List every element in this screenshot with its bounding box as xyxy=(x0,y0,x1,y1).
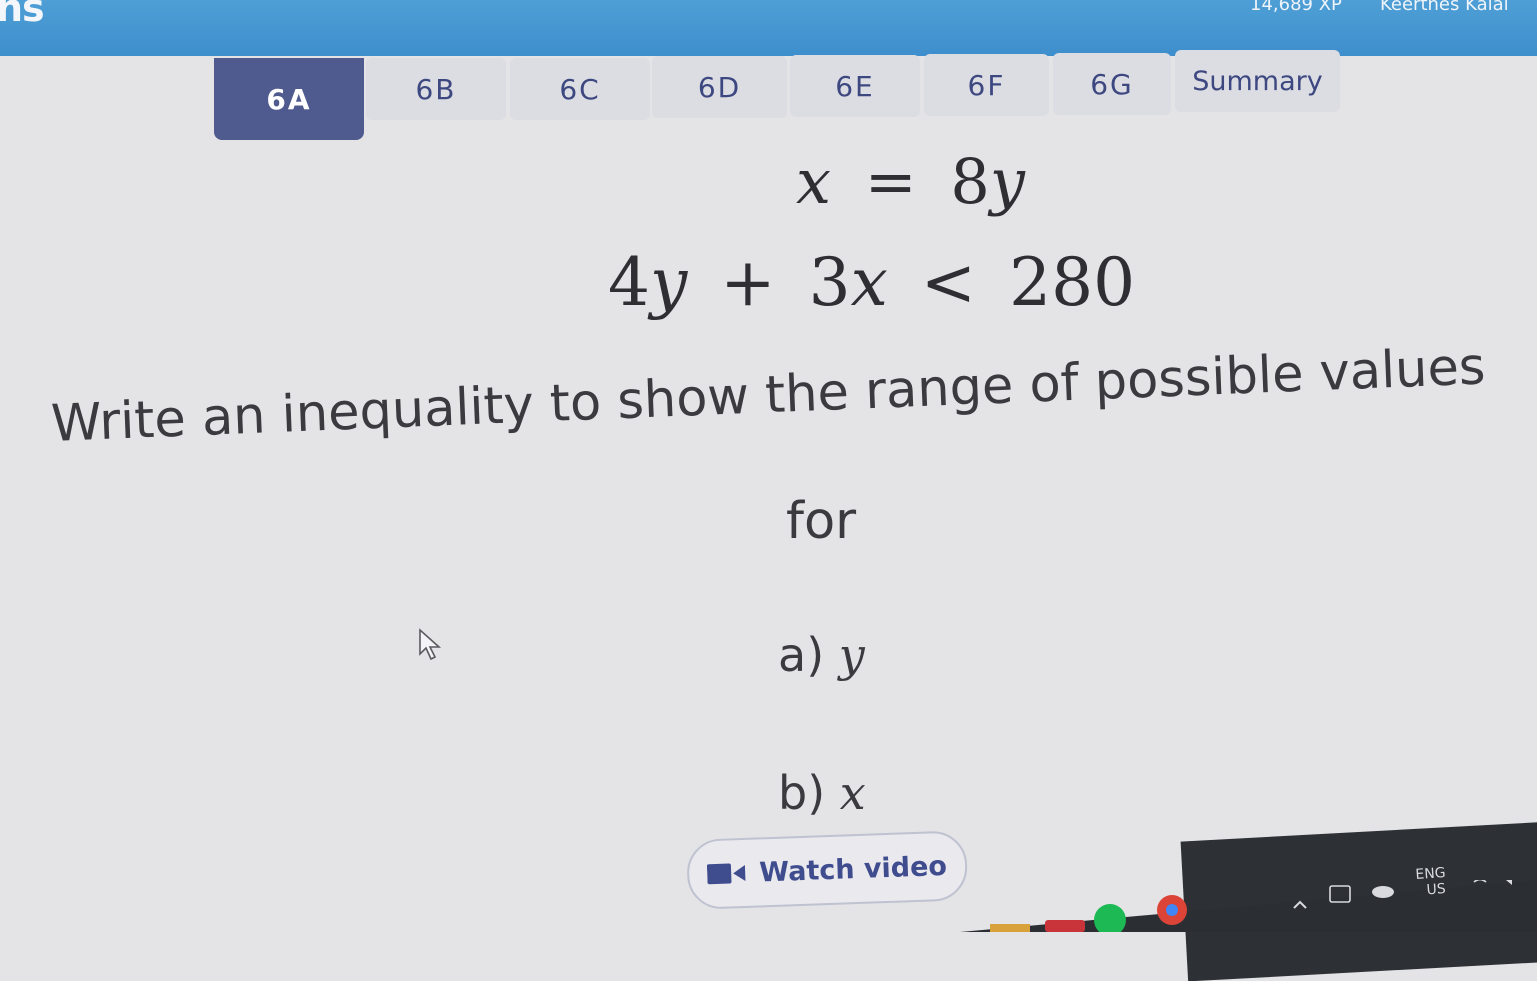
watch-video-label: Watch video xyxy=(758,850,948,888)
tab-6a[interactable]: 6A xyxy=(214,58,364,140)
tab-summary[interactable]: Summary xyxy=(1175,50,1340,112)
part-a-label: a) xyxy=(778,628,825,682)
eq2-plus: + xyxy=(720,244,776,321)
question-line-2: for xyxy=(786,492,857,551)
tab-6e[interactable]: 6E xyxy=(790,55,920,117)
os-taskbar-strip xyxy=(960,880,1537,932)
file-explorer-icon xyxy=(990,924,1030,932)
tab-6b[interactable]: 6B xyxy=(366,58,506,120)
tab-6d[interactable]: 6D xyxy=(652,56,787,118)
eq1-rhs-coef: 8 xyxy=(950,145,990,218)
eq1-equals: = xyxy=(864,145,917,218)
part-a-var: y xyxy=(838,628,865,682)
tray-language[interactable]: ENG US xyxy=(1415,865,1447,899)
wifi-icon xyxy=(1473,880,1487,883)
eq2-term2-var: x xyxy=(850,244,888,321)
tray-region: US xyxy=(1426,881,1447,899)
eq2-term1-var: y xyxy=(650,244,688,321)
eq2-less-than: < xyxy=(920,244,977,321)
mouse-pointer-icon xyxy=(419,628,442,661)
part-a: a) y xyxy=(778,628,865,682)
onedrive-icon xyxy=(1372,886,1394,898)
tab-6g[interactable]: 6G xyxy=(1053,53,1171,115)
eq1-lhs-var: x xyxy=(796,145,831,218)
eq2-term1-coef: 4 xyxy=(608,244,650,321)
watch-video-button[interactable]: Watch video xyxy=(686,830,969,910)
eq1-rhs-var: y xyxy=(989,145,1025,218)
mail-app-icon xyxy=(1045,920,1085,932)
equation-1: x = 8y xyxy=(796,145,1025,218)
section-tabs: 6A 6B 6C 6D 6E 6F 6G Summary xyxy=(0,0,1537,150)
tab-6c[interactable]: 6C xyxy=(510,58,650,120)
equation-2: 4y + 3x < 280 xyxy=(608,244,1135,321)
part-b-label: b) xyxy=(778,766,826,820)
eq2-term2-coef: 3 xyxy=(808,244,851,321)
video-camera-icon xyxy=(707,863,746,885)
spotify-icon xyxy=(1094,904,1126,932)
eq2-value: 280 xyxy=(1009,244,1136,321)
part-b-var: x xyxy=(839,766,866,820)
question-line-1: Write an inequality to show the range of… xyxy=(50,337,1487,454)
part-b: b) x xyxy=(778,766,866,820)
tab-6f[interactable]: 6F xyxy=(924,54,1049,116)
